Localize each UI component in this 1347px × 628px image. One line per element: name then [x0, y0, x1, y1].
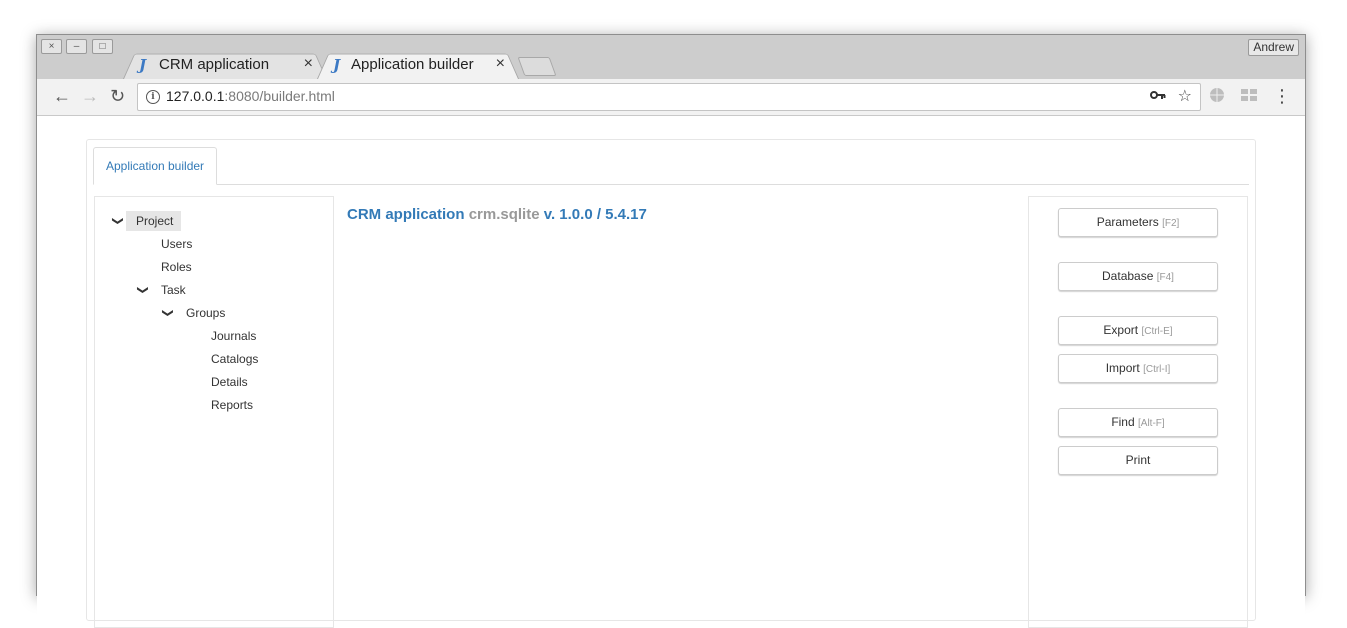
tree-item-roles[interactable]: Roles [161, 257, 192, 277]
key-icon[interactable] [1150, 88, 1166, 106]
print-button[interactable]: Print [1058, 446, 1218, 475]
globe-extension-icon[interactable] [1209, 87, 1225, 103]
close-tab-icon[interactable]: × [496, 55, 505, 73]
chevron-down-icon[interactable]: ❯ [133, 285, 153, 294]
actions-panel: Parameters [F2] Database [F4] Export [Ct… [1028, 196, 1248, 628]
url-text[interactable]: 127.0.0.1:8080/builder.html [166, 88, 335, 104]
tab-application-builder[interactable]: J Application builder × [317, 50, 519, 79]
import-button[interactable]: Import [Ctrl-I] [1058, 354, 1218, 383]
close-tab-icon[interactable]: × [304, 55, 313, 73]
tab-title: Application builder [351, 56, 474, 73]
tree-item-details[interactable]: Details [211, 372, 248, 392]
chevron-down-icon[interactable]: ❯ [108, 216, 128, 225]
parameters-button[interactable]: Parameters [F2] [1058, 208, 1218, 237]
tree-item-groups[interactable]: Groups [186, 303, 225, 323]
tab-title: CRM application [159, 56, 270, 73]
maximize-window-button[interactable]: □ [92, 39, 113, 54]
tab-crm-application[interactable]: J CRM application × [123, 50, 327, 79]
reload-icon[interactable]: ↻ [110, 86, 125, 106]
apps-extension-icon[interactable] [1241, 87, 1257, 103]
database-button[interactable]: Database [F4] [1058, 262, 1218, 291]
title-bar: × – □ Andrew J CRM application × J Appli… [37, 35, 1305, 79]
export-button[interactable]: Export [Ctrl-E] [1058, 316, 1218, 345]
profile-button[interactable]: Andrew [1248, 39, 1299, 56]
browser-window: × – □ Andrew J CRM application × J Appli… [36, 34, 1306, 628]
bookmark-star-icon[interactable]: ☆ [1178, 86, 1192, 106]
tab-application-builder-page[interactable]: Application builder [93, 147, 217, 185]
browser-toolbar: ← → ↻ i 127.0.0.1:8080/builder.html ☆ ⋮ [37, 79, 1305, 116]
minimize-window-button[interactable]: – [66, 39, 87, 54]
project-tree: ❯ Project Users Roles ❯ Task ❯ Groups Jo… [94, 196, 334, 628]
version-label: v. 1.0.0 / 5.4.17 [543, 206, 647, 223]
back-arrow-icon[interactable]: ← [53, 86, 71, 106]
nav-tabs: Application builder [93, 140, 1249, 185]
tree-item-catalogs[interactable]: Catalogs [211, 349, 258, 369]
database-name: crm.sqlite [468, 206, 540, 223]
browser-menu-icon[interactable]: ⋮ [1273, 86, 1291, 106]
page-title: CRM application crm.sqlite v. 1.0.0 / 5.… [347, 206, 647, 223]
tree-item-users[interactable]: Users [161, 234, 192, 254]
tree-item-project[interactable]: Project [126, 211, 182, 231]
app-favicon-icon: J [139, 56, 147, 74]
info-icon[interactable]: i [146, 90, 160, 104]
page-content: Application builder ❯ Project Users Role… [37, 116, 1305, 628]
app-name: CRM application [347, 206, 465, 223]
app-favicon-icon: J [333, 56, 341, 74]
tree-item-journals[interactable]: Journals [211, 326, 256, 346]
tree-item-reports[interactable]: Reports [211, 395, 253, 415]
find-button[interactable]: Find [Alt-F] [1058, 408, 1218, 437]
tree-item-task[interactable]: Task [161, 280, 186, 300]
address-bar[interactable]: i 127.0.0.1:8080/builder.html ☆ [137, 83, 1201, 111]
close-window-button[interactable]: × [41, 39, 62, 54]
chevron-down-icon[interactable]: ❯ [158, 308, 178, 317]
forward-arrow-icon[interactable]: → [81, 86, 99, 106]
new-tab-button[interactable] [517, 57, 557, 76]
builder-panel: Application builder ❯ Project Users Role… [86, 139, 1256, 628]
